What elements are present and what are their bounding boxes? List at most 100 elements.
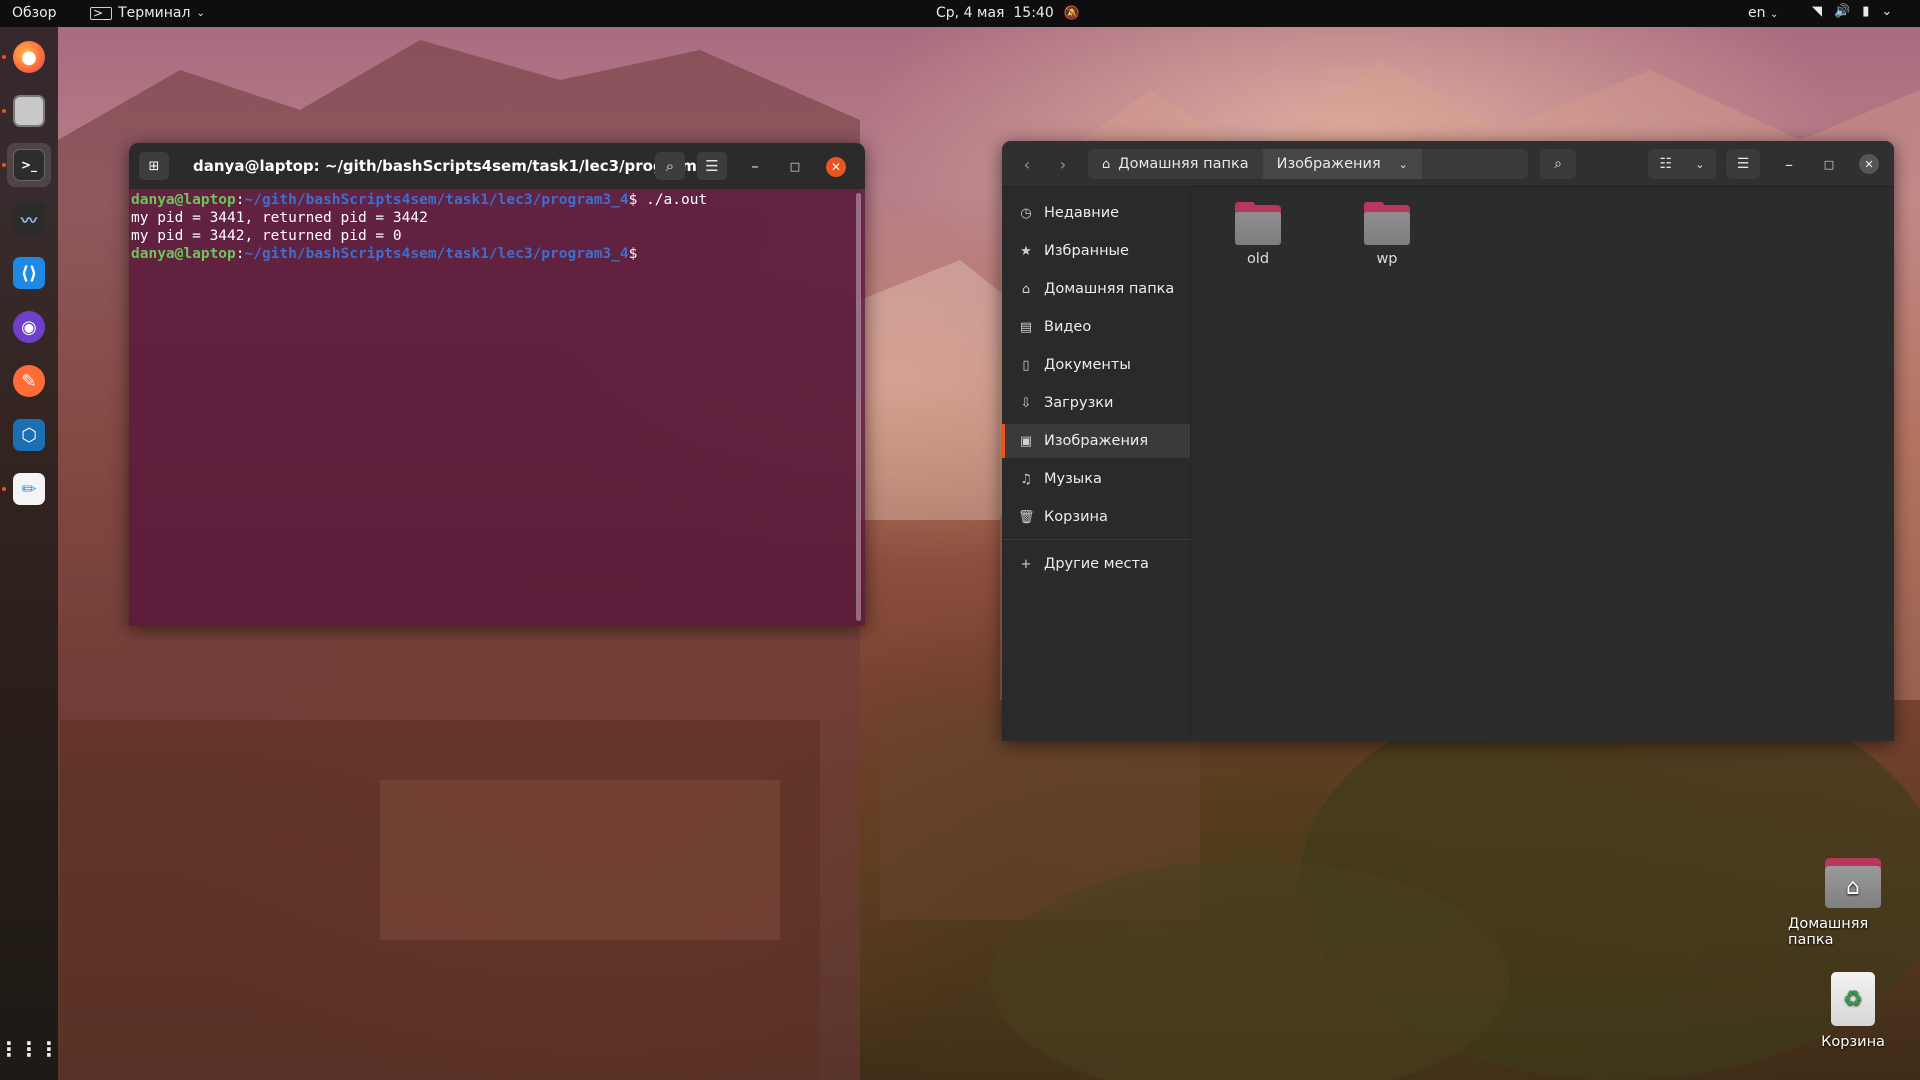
document-icon: ▯ [1022, 357, 1030, 373]
terminal-window[interactable]: ⊞ danya@laptop: ~/gith/bashScripts4sem/t… [129, 143, 865, 626]
plus-icon: + [1020, 556, 1032, 572]
app-menu[interactable]: >_ Терминал ⌄ [90, 5, 205, 21]
hamburger-icon: ☰ [1736, 156, 1750, 172]
maximize-button[interactable]: □ [1812, 149, 1846, 179]
sidebar-item-label: Домашняя папка [1044, 281, 1175, 297]
close-button[interactable]: ✕ [826, 157, 846, 177]
trash-icon: ♻ [1831, 972, 1875, 1026]
terminal-app-icon: >_ [90, 6, 113, 20]
minimize-button[interactable]: – [740, 152, 770, 180]
sidebar-item-label: Музыка [1044, 471, 1102, 487]
activities-button[interactable]: Обзор [12, 5, 57, 21]
close-button[interactable]: ✕ [1852, 149, 1886, 179]
back-button[interactable]: ‹ [1010, 149, 1044, 179]
sidebar-item-other-locations[interactable]: + Другие места [1002, 547, 1190, 581]
dock-virtualbox[interactable]: ⬡ [7, 413, 51, 457]
minimize-icon: – [1785, 154, 1793, 174]
show-applications-button[interactable]: ⋮⋮⋮ [0, 1027, 59, 1071]
file-manager-window[interactable]: ‹ › ⌂ Домашняя папка Изображения ⌄ ⌕ ☷ ⌄… [1002, 141, 1894, 741]
desktop-home-folder[interactable]: ⌂ Домашняя папка [1788, 858, 1918, 948]
sidebar-divider [1002, 539, 1190, 540]
clock-button[interactable]: Ср, 4 мая 15:40 🔕 [936, 5, 1080, 21]
sidebar-item-documents[interactable]: ▯ Документы [1002, 348, 1190, 382]
dock-postman[interactable]: ✎ [7, 359, 51, 403]
system-monitor-icon: 〰 [13, 203, 45, 235]
sidebar-item-recent[interactable]: ◷ Недавние [1002, 196, 1190, 230]
desktop-icon-label: Домашняя папка [1788, 916, 1869, 948]
search-icon: ⌕ [1554, 156, 1562, 172]
home-icon: ⌂ [1102, 156, 1111, 172]
scrollbar[interactable] [856, 193, 861, 621]
dock-text-editor[interactable]: ✏ [7, 467, 51, 511]
trash-icon: 🗑 [1018, 509, 1035, 525]
folder-label: wp [1376, 251, 1398, 267]
sidebar-item-pictures[interactable]: ▣ Изображения [1002, 424, 1190, 458]
folder-item[interactable]: wp [1347, 202, 1427, 267]
sidebar-item-starred[interactable]: ★ Избранные [1002, 234, 1190, 268]
sidebar-item-home[interactable]: ⌂ Домашняя папка [1002, 272, 1190, 306]
prompt-symbol: $ [628, 246, 638, 262]
folder-label: old [1246, 251, 1270, 267]
sidebar-item-label: Видео [1044, 319, 1092, 335]
path-crumb-label: Изображения [1276, 156, 1381, 172]
hamburger-icon: ☰ [705, 157, 719, 175]
menu-button[interactable]: ☰ [1726, 149, 1760, 179]
search-button[interactable]: ⌕ [1540, 149, 1576, 179]
sidebar-item-label: Изображения [1044, 433, 1149, 449]
file-manager-header[interactable]: ‹ › ⌂ Домашняя папка Изображения ⌄ ⌕ ☷ ⌄… [1002, 141, 1894, 187]
sidebar-item-videos[interactable]: ▤ Видео [1002, 310, 1190, 344]
download-icon: ⇩ [1020, 395, 1032, 411]
sidebar: ◷ Недавние ★ Избранные ⌂ Домашняя папка … [1002, 187, 1191, 741]
dock-firefox[interactable]: ● [7, 35, 51, 79]
dock-files[interactable] [7, 89, 51, 133]
maximize-button[interactable]: □ [780, 152, 810, 180]
sidebar-item-trash[interactable]: 🗑 Корзина [1002, 500, 1190, 534]
files-icon [13, 95, 45, 127]
chevron-right-icon: › [1059, 154, 1067, 174]
forward-button[interactable]: › [1046, 149, 1080, 179]
github-icon: ◉ [13, 311, 45, 343]
sidebar-item-downloads[interactable]: ⇩ Загрузки [1002, 386, 1190, 420]
dock-vscode[interactable]: ⟨⟩ [7, 251, 51, 295]
clock-icon: ◷ [1020, 205, 1032, 221]
language-label: en [1748, 5, 1766, 21]
command-text: ./a.out [646, 192, 708, 208]
sidebar-item-music[interactable]: ♫ Музыка [1002, 462, 1190, 496]
path-crumb-home[interactable]: ⌂ Домашняя папка [1088, 149, 1263, 179]
postman-icon: ✎ [13, 365, 45, 397]
dock-system-monitor[interactable]: 〰 [7, 197, 51, 241]
wifi-icon: ◥ [1812, 4, 1822, 19]
vscode-icon: ⟨⟩ [13, 257, 45, 289]
terminal-output[interactable]: danya@laptop:~/gith/bashScripts4sem/task… [129, 189, 865, 626]
search-icon: ⌕ [665, 157, 675, 175]
menu-button[interactable]: ☰ [697, 152, 727, 180]
chevron-left-icon: ‹ [1023, 154, 1031, 174]
volume-icon: 🔊 [1834, 4, 1851, 19]
system-tray[interactable]: ◥ 🔊 ▮ ⌄ [1812, 4, 1892, 19]
dock-terminal[interactable]: >_ [7, 143, 51, 187]
language-selector[interactable]: en ⌄ [1748, 5, 1778, 21]
new-tab-button[interactable]: ⊞ [139, 152, 169, 180]
top-bar: Обзор >_ Терминал ⌄ Ср, 4 мая 15:40 🔕 en… [0, 0, 1920, 27]
minimize-button[interactable]: – [1772, 149, 1806, 179]
view-options-button[interactable]: ☷ ⌄ [1648, 149, 1716, 179]
path-crumb-label: Домашняя папка [1118, 156, 1249, 172]
new-tab-icon: ⊞ [148, 158, 160, 174]
file-grid[interactable]: old wp [1192, 187, 1894, 741]
prompt-path: ~/gith/bashScripts4sem/task1/lec3/progra… [244, 246, 629, 262]
folder-item[interactable]: old [1218, 202, 1298, 267]
desktop-trash[interactable]: ♻ Корзина [1788, 972, 1918, 1050]
chevron-down-icon: ⌄ [1769, 9, 1779, 20]
sidebar-item-label: Недавние [1044, 205, 1120, 221]
terminal-header[interactable]: ⊞ danya@laptop: ~/gith/bashScripts4sem/t… [129, 143, 865, 189]
sidebar-item-label: Избранные [1044, 243, 1129, 259]
sidebar-item-label: Корзина [1044, 509, 1108, 525]
list-view-icon: ☷ [1659, 156, 1673, 172]
search-button[interactable]: ⌕ [655, 152, 685, 180]
path-crumb-current[interactable]: Изображения ⌄ [1262, 149, 1422, 179]
prompt-path: ~/gith/bashScripts4sem/task1/lec3/progra… [244, 192, 629, 208]
terminal-icon: >_ [13, 149, 45, 181]
dock-github-desktop[interactable]: ◉ [7, 305, 51, 349]
prompt-line: danya@laptop:~/gith/bashScripts4sem/task… [131, 246, 638, 262]
sidebar-item-label: Другие места [1044, 556, 1149, 572]
